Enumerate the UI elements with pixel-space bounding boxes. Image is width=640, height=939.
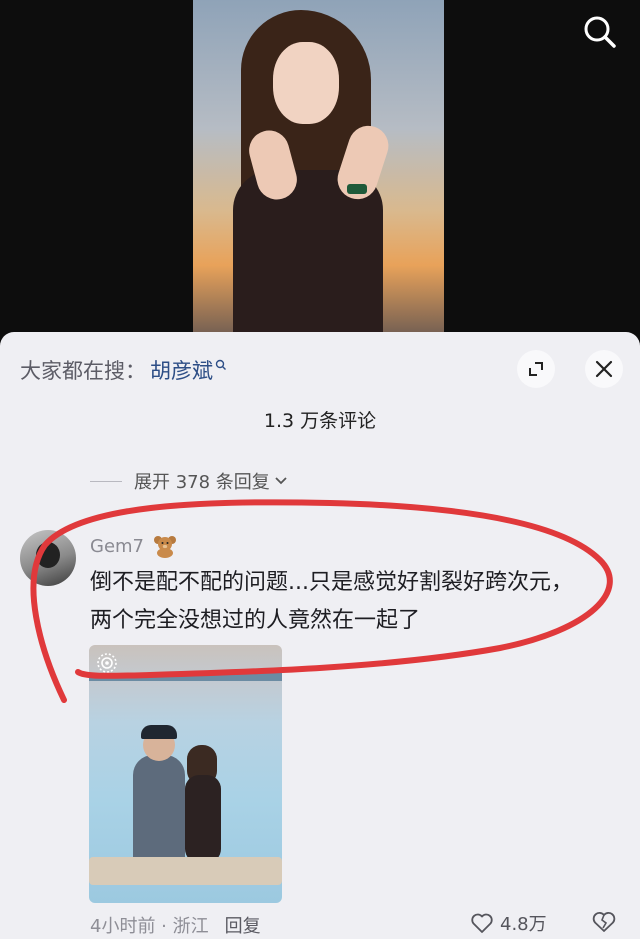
expand-icon[interactable] — [526, 359, 546, 379]
photo-person — [185, 775, 221, 863]
reply-button[interactable]: 回复 — [225, 912, 261, 938]
comment-count: 1.3 万条评论 — [263, 410, 377, 432]
close-panel-button[interactable] — [585, 350, 623, 388]
comment-username[interactable]: Gem7 — [90, 534, 178, 558]
broken-heart-icon[interactable] — [591, 910, 617, 934]
username-text[interactable]: Gem7 — [90, 536, 144, 557]
expand-replies-button[interactable]: 展开 378 条回复 — [90, 468, 288, 494]
avatar[interactable] — [20, 530, 76, 586]
hot-search-link[interactable]: 胡彦斌 — [150, 355, 227, 385]
photo-person — [133, 755, 185, 865]
hot-search-prefix: 大家都在搜： — [20, 359, 146, 383]
chevron-down-icon[interactable] — [274, 476, 288, 486]
hot-search-row: 大家都在搜： 胡彦斌 — [20, 356, 227, 384]
comment-line-2: 两个完全没想过的人竟然在一起了 — [90, 608, 421, 633]
search-small-icon — [215, 359, 226, 370]
avatar-figure — [36, 542, 60, 568]
comment-time-location: 4小时前 · 浙江 — [90, 916, 209, 937]
divider — [90, 480, 122, 482]
comment-line-1: 倒不是配不配的问题...只是感觉好割裂好跨次元， — [90, 570, 573, 595]
comment-text: 倒不是配不配的问题...只是感觉好割裂好跨次元， 两个完全没想过的人竟然在一起了 — [90, 564, 610, 640]
live-photo-icon — [97, 653, 117, 673]
search-button[interactable] — [580, 12, 620, 52]
photo-ledge — [89, 857, 282, 885]
hot-search-term[interactable]: 胡彦斌 — [150, 355, 213, 385]
video-person-watch — [347, 184, 367, 194]
video-frame[interactable] — [193, 0, 444, 340]
close-icon[interactable] — [594, 359, 614, 379]
dislike-button[interactable] — [591, 910, 617, 938]
comments-panel: 大家都在搜： 胡彦斌 1.3 万条评论 展开 378 条回复 Gem7 倒不是配… — [0, 332, 640, 939]
heart-icon[interactable] — [470, 912, 494, 934]
like-button[interactable]: 4.8万 — [470, 910, 547, 936]
like-count: 4.8万 — [500, 914, 547, 935]
expand-panel-button[interactable] — [517, 350, 555, 388]
comment-meta: 4小时前 · 浙江 回复 — [90, 912, 261, 938]
video-player[interactable] — [0, 0, 640, 340]
comment-photo[interactable] — [89, 645, 282, 903]
video-person-face — [273, 42, 339, 124]
expand-replies-label[interactable]: 展开 378 条回复 — [134, 468, 270, 494]
teddy-bear-icon — [154, 536, 177, 558]
photo-person-cap — [141, 725, 177, 739]
search-icon[interactable] — [580, 12, 620, 52]
